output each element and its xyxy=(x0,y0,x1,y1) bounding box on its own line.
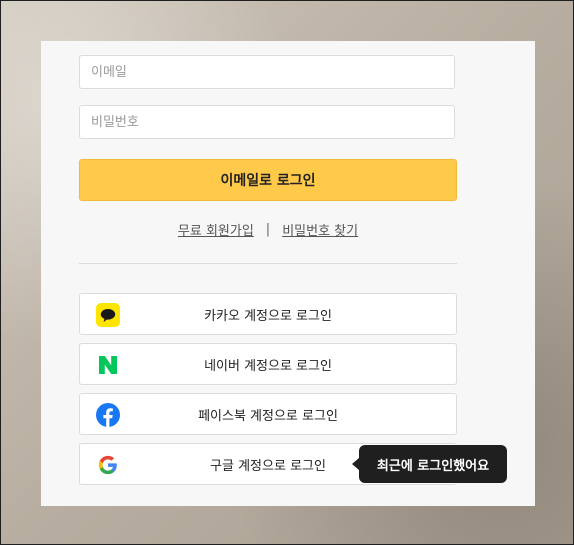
kakao-login-label: 카카오 계정으로 로그인 xyxy=(204,308,332,324)
facebook-login-label: 페이스북 계정으로 로그인 xyxy=(198,408,338,424)
email-login-button[interactable]: 이메일로 로그인 xyxy=(79,159,457,201)
divider xyxy=(79,263,457,264)
email-login-label: 이메일로 로그인 xyxy=(220,173,316,189)
email-input[interactable] xyxy=(79,55,455,89)
background-frame: 이메일로 로그인 무료 회원가입 | 비밀번호 찾기 카카오 계정으로 로그인 xyxy=(0,0,574,545)
account-links: 무료 회원가입 | 비밀번호 찾기 xyxy=(79,219,457,239)
password-input[interactable] xyxy=(79,105,455,139)
naver-login-label: 네이버 계정으로 로그인 xyxy=(204,358,332,374)
recent-login-tooltip-text: 최근에 로그인했어요 xyxy=(376,458,490,474)
naver-login-button[interactable]: 네이버 계정으로 로그인 xyxy=(79,343,457,385)
kakao-login-button[interactable]: 카카오 계정으로 로그인 xyxy=(79,293,457,335)
signup-link[interactable]: 무료 회원가입 xyxy=(178,220,254,239)
login-panel: 이메일로 로그인 무료 회원가입 | 비밀번호 찾기 카카오 계정으로 로그인 xyxy=(41,41,535,506)
facebook-login-button[interactable]: 페이스북 계정으로 로그인 xyxy=(79,393,457,435)
recent-login-tooltip: 최근에 로그인했어요 xyxy=(352,445,507,483)
find-password-link[interactable]: 비밀번호 찾기 xyxy=(282,220,358,239)
link-separator: | xyxy=(265,221,271,237)
